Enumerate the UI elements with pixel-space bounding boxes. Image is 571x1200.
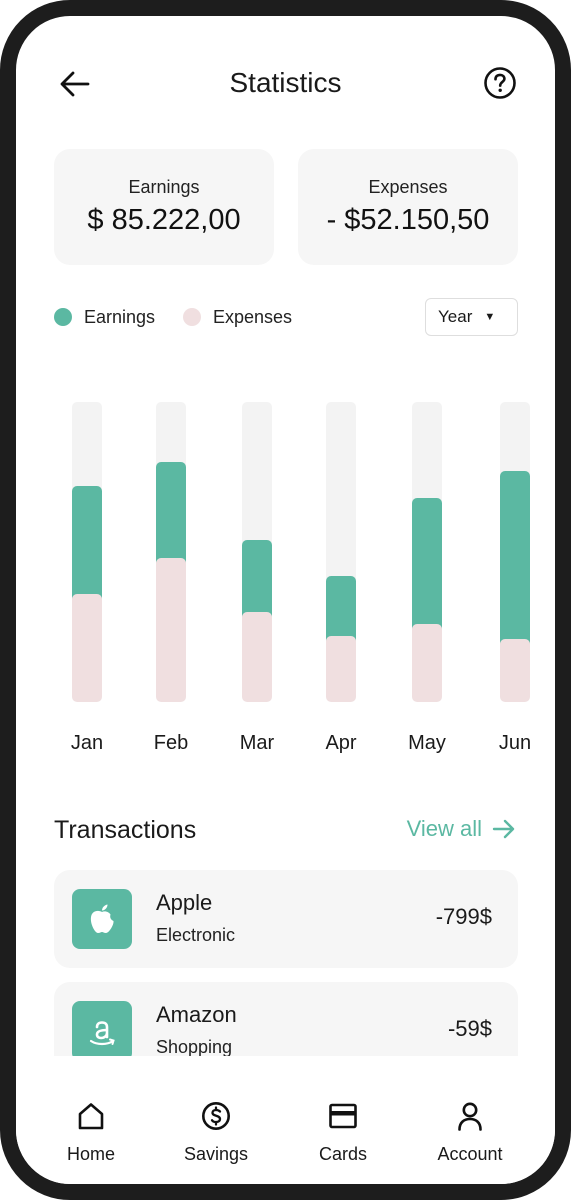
bar-earnings-may[interactable] [412,498,442,632]
bar-earnings-jun[interactable] [500,471,530,647]
bar-track-mar [242,402,272,702]
bar-earnings-feb[interactable] [156,462,186,566]
help-icon[interactable] [483,66,517,100]
expenses-value: - $52.150,50 [326,204,490,236]
x-tick-label: Feb [153,732,189,754]
legend-expenses-label: Expenses [213,306,293,327]
nav-cards[interactable]: Cards [293,1101,393,1165]
user-icon [458,1102,482,1131]
nav-label: Cards [318,1144,367,1164]
bar-track-apr [326,402,356,702]
bar-expenses-jun[interactable] [500,639,530,702]
nav-account[interactable]: Account [420,1101,520,1165]
bar-track-may [412,402,442,702]
bar-expenses-jan[interactable] [72,594,102,702]
summary-cards: Earnings $ 85.222,00 Expenses - $52.150,… [54,149,518,265]
period-select[interactable]: Year ▼ [425,298,518,336]
nav-label: Account [437,1144,503,1164]
bar-track-jun [500,402,530,702]
x-tick-label: May [408,732,446,754]
transaction-amount: -799$ [435,904,492,929]
transactions-header: Transactions View all [54,812,518,852]
legend-earnings-label: Earnings [84,306,156,327]
earnings-dot [54,308,72,326]
apple-icon [72,889,132,949]
x-tick-label: Apr [325,732,357,754]
chevron-down-icon: ▼ [484,311,496,323]
x-tick-label: Mar [239,732,275,754]
transactions-title: Transactions [54,816,197,844]
bottom-nav: Home Savings Cards Account [16,1057,555,1184]
amazon-icon [72,1001,132,1056]
transaction-item[interactable]: Amazon Shopping -59$ [54,982,518,1056]
expenses-card: Expenses - $52.150,50 [298,149,518,265]
bar-expenses-feb[interactable] [156,558,186,702]
earnings-label: Earnings [128,177,200,197]
view-all-label: View all [406,816,482,841]
home-icon [78,1103,104,1130]
transaction-item[interactable]: Apple Electronic -799$ [54,870,518,968]
transaction-category: Electronic [156,925,236,945]
bar-earnings-jan[interactable] [72,486,102,602]
transaction-amount: -59$ [447,1016,492,1041]
bar-earnings-mar[interactable] [242,540,272,620]
bar-earnings-apr[interactable] [326,576,356,644]
expenses-dot [183,308,201,326]
header: Statistics [54,64,517,104]
nav-savings[interactable]: Savings [166,1101,266,1165]
transaction-name: Apple [156,890,213,915]
chart-legend: Earnings Expenses Year ▼ [54,298,518,338]
earnings-card: Earnings $ 85.222,00 [54,149,274,265]
bar-expenses-apr[interactable] [326,636,356,702]
expenses-label: Expenses [368,177,448,197]
screen: Statistics Earnings $ 85.222,00 Expenses… [16,16,555,1184]
nav-home[interactable]: Home [41,1101,141,1165]
earnings-value: $ 85.222,00 [87,204,241,236]
page-title: Statistics [229,67,342,98]
nav-label: Home [66,1144,115,1164]
phone-frame: Statistics Earnings $ 85.222,00 Expenses… [0,0,571,1200]
period-select-value: Year [438,307,473,326]
bar-expenses-may[interactable] [412,624,442,702]
bar-chart [16,402,555,702]
card-icon [329,1103,357,1129]
view-all-link[interactable]: View all [407,816,516,842]
bar-track-jan [72,402,102,702]
bar-expenses-mar[interactable] [242,612,272,702]
transactions-list: Apple Electronic -799$ Amazon Shopping -… [54,870,518,1056]
dollar-circle-icon [202,1102,230,1130]
transaction-name: Amazon [156,1002,237,1027]
arrow-right-icon [492,819,515,839]
bar-track-feb [156,402,186,702]
transaction-category: Shopping [156,1037,233,1056]
nav-label: Savings [183,1144,249,1164]
x-tick-label: Jan [70,732,104,754]
x-tick-label: Jun [498,732,532,754]
legend-earnings: Earnings [54,305,155,329]
legend-expenses: Expenses [183,305,292,329]
